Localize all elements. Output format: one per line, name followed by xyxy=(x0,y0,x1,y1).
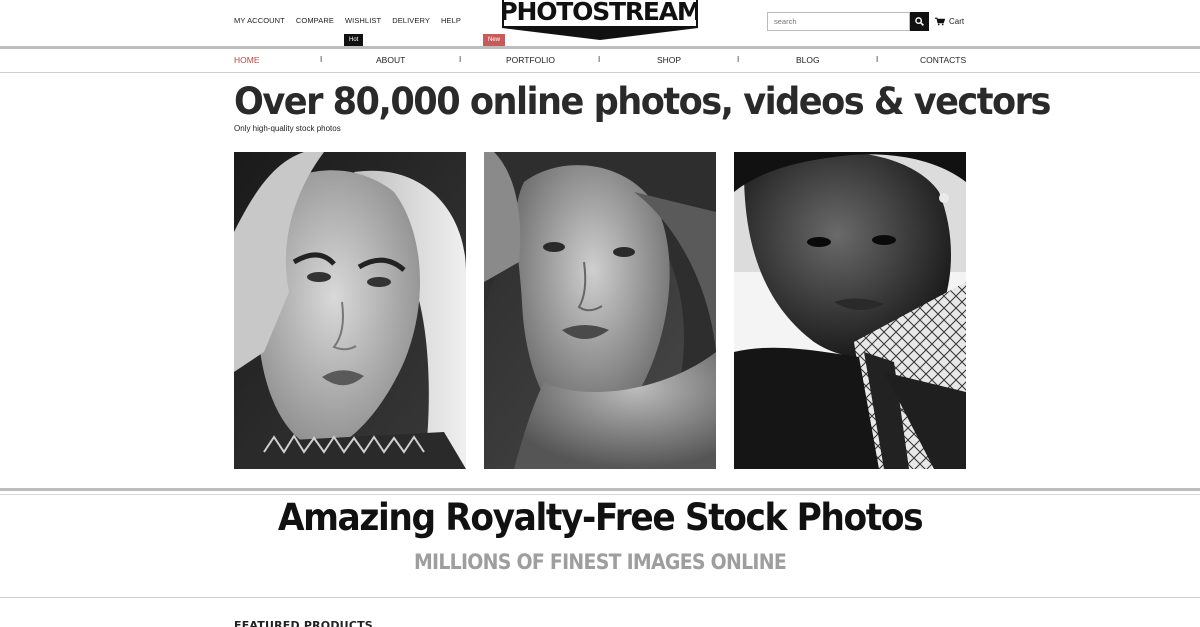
site-logo[interactable]: PHOTOSTREAM xyxy=(502,0,698,40)
section-divider xyxy=(0,494,1200,495)
featured-products-heading: FEATURED PRODUCTS xyxy=(234,619,373,627)
nav-separator: I xyxy=(876,55,879,64)
new-badge: New xyxy=(483,34,506,46)
photo-portrait-woman-blonde[interactable] xyxy=(234,152,466,469)
section-divider xyxy=(0,488,1200,491)
top-bar: MY ACCOUNT COMPARE WISHLIST DELIVERY HEL… xyxy=(0,0,1200,46)
my-account-link[interactable]: MY ACCOUNT xyxy=(234,16,285,25)
nav-item-shop[interactable]: SHOP xyxy=(657,55,681,65)
wishlist-link[interactable]: WISHLIST xyxy=(345,16,381,25)
nav-item-contacts[interactable]: CONTACTS xyxy=(920,55,966,65)
main-nav: HOME I ABOUT I PORTFOLIO I SHOP I BLOG I… xyxy=(234,55,966,69)
photo-portrait-man[interactable] xyxy=(734,152,966,469)
photo-portrait-woman-brunette[interactable] xyxy=(484,152,716,469)
banner-subtitle: MILLIONS OF FINEST IMAGES ONLINE xyxy=(413,550,787,574)
search-button[interactable] xyxy=(910,12,929,31)
hero-title: Over 80,000 online photos, videos & vect… xyxy=(234,80,1051,123)
logo-text: PHOTOSTREAM xyxy=(499,0,701,26)
cart-icon xyxy=(935,17,945,26)
hero-subtitle: Only high-quality stock photos xyxy=(234,124,341,133)
nav-item-home[interactable]: HOME xyxy=(234,55,260,65)
nav-separator: I xyxy=(459,55,462,64)
section-divider xyxy=(0,597,1200,598)
nav-item-portfolio[interactable]: PORTFOLIO xyxy=(506,55,555,65)
nav-item-blog[interactable]: BLOG xyxy=(796,55,820,65)
nav-separator: I xyxy=(320,55,323,64)
account-links: MY ACCOUNT COMPARE WISHLIST DELIVERY HEL… xyxy=(234,16,461,25)
cart-label: Cart xyxy=(949,17,965,26)
cart-button[interactable]: Cart xyxy=(935,17,964,26)
nav-item-about[interactable]: ABOUT xyxy=(376,55,405,65)
search-icon xyxy=(915,17,924,26)
delivery-link[interactable]: DELIVERY xyxy=(392,16,430,25)
nav-separator: I xyxy=(737,55,740,64)
banner-title: Amazing Royalty-Free Stock Photos xyxy=(277,496,924,539)
compare-link[interactable]: COMPARE xyxy=(296,16,334,25)
nav-separator: I xyxy=(598,55,601,64)
nav-divider-top xyxy=(0,46,1200,49)
search-input[interactable] xyxy=(767,12,910,31)
hot-badge: Hot xyxy=(344,34,364,46)
nav-divider-bottom xyxy=(0,72,1200,73)
help-link[interactable]: HELP xyxy=(441,16,461,25)
search-form xyxy=(767,12,929,31)
